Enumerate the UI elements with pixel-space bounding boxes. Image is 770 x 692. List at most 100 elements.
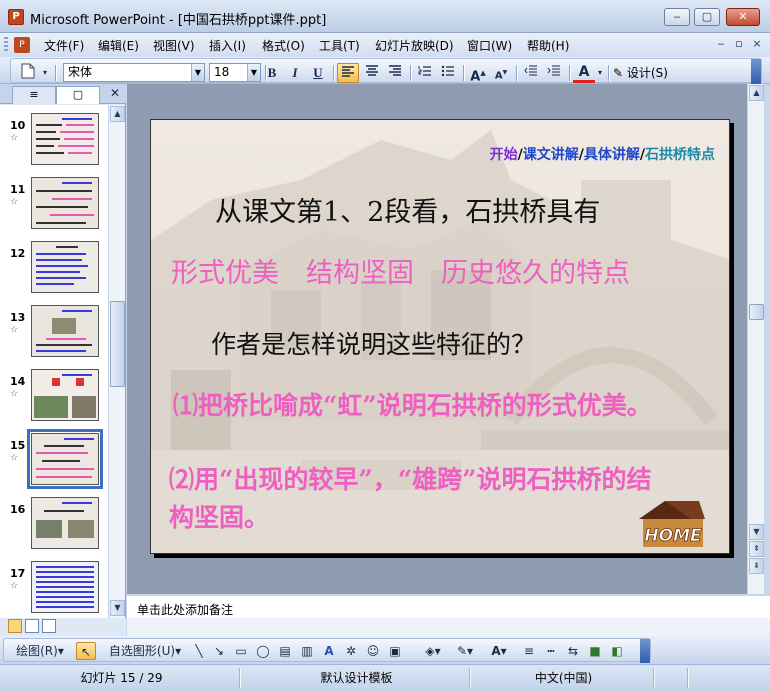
- scroll-down-icon[interactable]: ▼: [110, 600, 125, 616]
- scroll-up-icon[interactable]: ▲: [110, 106, 125, 122]
- slide-sorter-view-icon[interactable]: [25, 619, 39, 633]
- minimize-button[interactable]: ‒: [664, 8, 690, 26]
- scrollbar-thumb[interactable]: [110, 301, 125, 387]
- next-slide-icon[interactable]: ⇟: [749, 558, 764, 574]
- slide-thumb-row[interactable]: 11 ☆: [0, 177, 108, 241]
- maximize-button[interactable]: ▢: [694, 8, 720, 26]
- slide-thumbnail[interactable]: [31, 241, 99, 293]
- doc-restore-button[interactable]: ▫: [730, 36, 748, 52]
- underline-button[interactable]: U: [307, 63, 329, 83]
- menu-insert[interactable]: 插入(I): [209, 37, 246, 54]
- select-pointer-icon[interactable]: ↖: [76, 642, 96, 660]
- align-center-button[interactable]: [361, 63, 383, 83]
- slide-thumbnail-selected[interactable]: [27, 429, 103, 489]
- diagram-icon[interactable]: ✲: [342, 642, 360, 660]
- powerpoint-app-icon[interactable]: P: [8, 9, 24, 25]
- slide-thumb-row[interactable]: 17 ☆: [0, 561, 108, 618]
- normal-view-icon[interactable]: [8, 619, 22, 633]
- close-button[interactable]: ✕: [726, 8, 760, 26]
- menu-view[interactable]: 视图(V): [153, 37, 195, 54]
- menu-file[interactable]: 文件(F): [44, 37, 84, 54]
- menu-edit[interactable]: 编辑(E): [98, 37, 139, 54]
- slideshow-view-icon[interactable]: [42, 619, 56, 633]
- document-icon[interactable]: P: [14, 37, 30, 53]
- slide-thumbnail[interactable]: [31, 497, 99, 549]
- slide-thumb-row[interactable]: 10 ☆: [0, 113, 108, 177]
- tab-outline[interactable]: ≡: [12, 86, 56, 104]
- font-size-select[interactable]: 18 ▼: [209, 63, 261, 82]
- increase-indent-icon[interactable]: [543, 63, 565, 83]
- arrow-tool-icon[interactable]: ↘: [210, 642, 228, 660]
- shrink-font-button[interactable]: A▼: [490, 63, 512, 83]
- current-slide[interactable]: 开始/课文讲解/具体讲解/石拱桥特点 从课文第1、2段看，石拱桥具有 形式优美 …: [150, 119, 730, 554]
- 3d-style-icon[interactable]: ◧: [608, 642, 626, 660]
- bold-button[interactable]: B: [261, 63, 283, 83]
- align-right-button[interactable]: [384, 63, 406, 83]
- pane-close-icon[interactable]: ✕: [110, 86, 120, 100]
- nav-start-link[interactable]: 开始: [490, 147, 518, 163]
- textbox-tool-icon[interactable]: ▤: [276, 642, 294, 660]
- design-button[interactable]: ✎ 设计(S): [613, 63, 668, 83]
- tab-slides[interactable]: ▢: [56, 86, 100, 104]
- menu-slideshow[interactable]: 幻灯片放映(D): [375, 37, 454, 54]
- drawing-toolbar-options-icon[interactable]: [640, 639, 650, 663]
- line-color-icon[interactable]: ✎▾: [452, 642, 478, 660]
- font-name-select[interactable]: 宋体 ▼: [63, 63, 205, 82]
- slide-thumbnail[interactable]: [31, 113, 99, 165]
- font-color-arrow-icon[interactable]: ▾: [595, 63, 605, 83]
- scroll-up-icon[interactable]: ▲: [749, 85, 764, 101]
- font-color-button[interactable]: A: [573, 63, 595, 83]
- nav-detail-link[interactable]: 具体讲解: [584, 147, 640, 163]
- notes-pane[interactable]: 单击此处添加备注: [127, 594, 770, 618]
- slide-thumb-row[interactable]: 16: [0, 497, 108, 561]
- numbering-icon[interactable]: [414, 63, 436, 83]
- doc-close-button[interactable]: ×: [748, 36, 766, 52]
- slide-thumb-row[interactable]: 12: [0, 241, 108, 305]
- slide-thumb-row-selected[interactable]: 15 ☆: [0, 429, 108, 497]
- oval-tool-icon[interactable]: ◯: [254, 642, 272, 660]
- italic-button[interactable]: I: [284, 63, 306, 83]
- slide-thumb-row[interactable]: 14 ☆: [0, 369, 108, 433]
- slide-thumbnail[interactable]: [31, 177, 99, 229]
- align-left-button[interactable]: [337, 63, 359, 83]
- vertical-textbox-icon[interactable]: ▥: [298, 642, 316, 660]
- fill-color-icon[interactable]: ◈▾: [420, 642, 446, 660]
- slide-thumbnail[interactable]: [31, 561, 99, 613]
- slide-thumbnail[interactable]: [31, 305, 99, 357]
- doc-minimize-button[interactable]: ‒: [712, 36, 730, 52]
- slide-vertical-scrollbar[interactable]: ▲ ▼ ⇞ ⇟: [747, 84, 764, 594]
- horizontal-scrollbar[interactable]: [127, 618, 770, 636]
- menu-format[interactable]: 格式(O): [262, 37, 305, 54]
- font-size-arrow-icon[interactable]: ▼: [247, 64, 260, 81]
- menu-window[interactable]: 窗口(W): [467, 37, 512, 54]
- menu-help[interactable]: 帮助(H): [527, 37, 569, 54]
- status-design-template[interactable]: 默认设计模板: [244, 668, 470, 688]
- draw-menu-button[interactable]: 绘图(R)▾: [8, 642, 72, 660]
- home-icon[interactable]: HOME: [635, 497, 709, 549]
- menu-tools[interactable]: 工具(T): [319, 37, 360, 54]
- new-dropdown-arrow-icon[interactable]: ▾: [39, 63, 51, 83]
- line-style-icon[interactable]: ≡: [520, 642, 538, 660]
- toolbar-options-chevron-icon[interactable]: [751, 59, 761, 84]
- wordart-icon[interactable]: A: [320, 642, 338, 660]
- arrow-style-icon[interactable]: ⇆: [564, 642, 582, 660]
- font-name-arrow-icon[interactable]: ▼: [191, 64, 204, 81]
- insert-picture-icon[interactable]: ▣: [386, 642, 404, 660]
- slide-thumb-row[interactable]: 13 ☆: [0, 305, 108, 369]
- nav-lesson-link[interactable]: 课文讲解: [523, 147, 579, 163]
- line-tool-icon[interactable]: ╲: [190, 642, 208, 660]
- menu-grip[interactable]: [4, 37, 8, 53]
- previous-slide-icon[interactable]: ⇞: [749, 541, 764, 557]
- new-document-icon[interactable]: [17, 63, 39, 83]
- autoshapes-menu-button[interactable]: 自选图形(U)▾: [102, 642, 188, 660]
- rectangle-tool-icon[interactable]: ▭: [232, 642, 250, 660]
- scrollbar-thumb[interactable]: [749, 304, 764, 320]
- font-color-draw-icon[interactable]: A▾: [486, 642, 512, 660]
- slide-thumbnail[interactable]: [31, 369, 99, 421]
- bullets-icon[interactable]: [437, 63, 459, 83]
- shadow-style-icon[interactable]: ■: [586, 642, 604, 660]
- dash-style-icon[interactable]: ┅: [542, 642, 560, 660]
- slides-pane-scrollbar[interactable]: ▲ ▼: [108, 105, 125, 618]
- clipart-icon[interactable]: ☺: [364, 642, 382, 660]
- nav-features-link[interactable]: 石拱桥特点: [645, 147, 715, 163]
